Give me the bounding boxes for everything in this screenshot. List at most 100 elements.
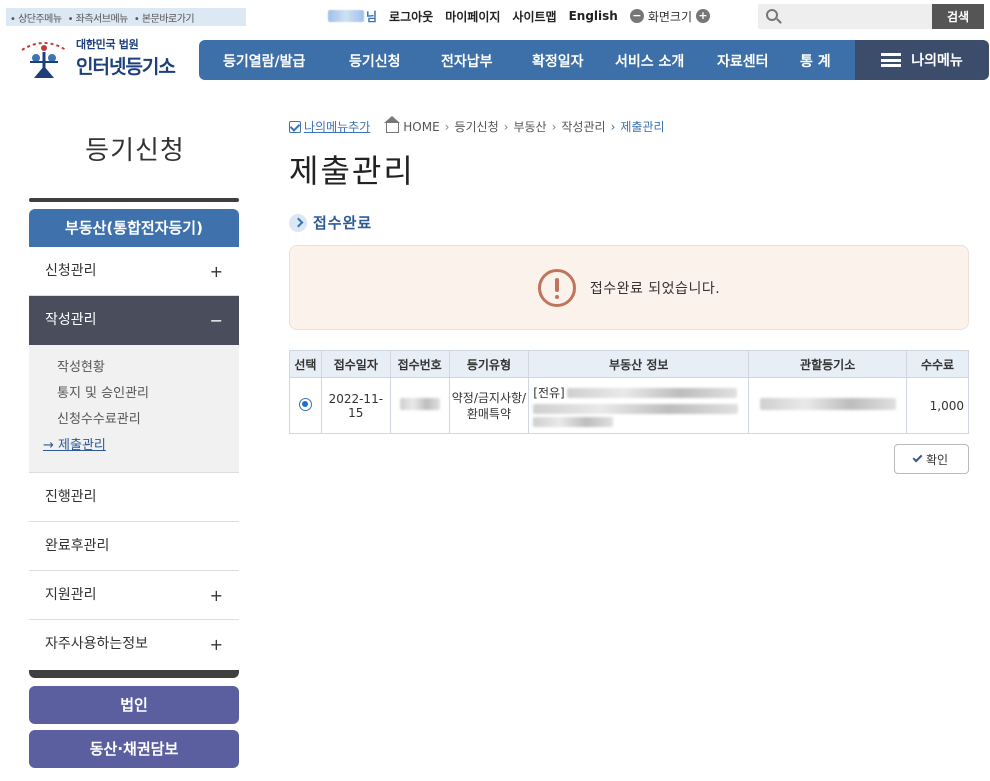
lnb-sub-notice-approval[interactable]: 통지 및 승인관리 bbox=[29, 383, 239, 409]
checkmark-icon bbox=[912, 452, 923, 463]
col-property-info: 부동산 정보 bbox=[528, 350, 750, 378]
lnb-category-realestate[interactable]: 부동산(통합전자등기) bbox=[29, 209, 239, 247]
logout-link[interactable]: 로그아웃 bbox=[389, 8, 433, 25]
add-my-menu-link[interactable]: 나의메뉴추가 bbox=[289, 118, 370, 135]
blurred-property-line bbox=[566, 387, 737, 398]
row-select-radio[interactable] bbox=[298, 397, 312, 411]
breadcrumb: 나의메뉴추가 HOME › 등기신청 › 부동산 › 작성관리 › 제출관리 bbox=[289, 116, 665, 135]
add-my-menu-label: 나의메뉴추가 bbox=[304, 120, 371, 134]
blurred-property-line bbox=[533, 404, 739, 414]
breadcrumb-registry-apply[interactable]: 등기신청 bbox=[454, 118, 498, 135]
lnb-sub-draft-status[interactable]: 작성현황 bbox=[29, 357, 239, 383]
fee-cell: 1,000 bbox=[906, 377, 969, 434]
screen-size-control: − 화면크기 + bbox=[629, 8, 711, 25]
my-menu-button[interactable]: 나의메뉴 bbox=[855, 40, 989, 80]
nav-data-center[interactable]: 자료센터 bbox=[717, 51, 769, 71]
blurred-receipt-no bbox=[399, 398, 440, 410]
home-icon bbox=[384, 116, 401, 133]
nav-e-payment[interactable]: 전자납부 bbox=[441, 51, 493, 71]
lnb-item-label: 지원관리 bbox=[45, 587, 97, 603]
lnb-item-label: 신청관리 bbox=[45, 263, 97, 279]
lnb-sub-submission[interactable]: → 제출관리 bbox=[29, 435, 239, 461]
alert-box: 접수완료 되었습니다. bbox=[289, 245, 969, 330]
nav-registry-view[interactable]: 등기열람/발급 bbox=[223, 51, 305, 71]
collapse-icon: − bbox=[209, 311, 223, 330]
lnb-corporation-button[interactable]: 법인 bbox=[29, 686, 239, 724]
lnb-item-label: 자주사용하는정보 bbox=[45, 636, 149, 652]
search-button[interactable]: 검색 bbox=[932, 4, 984, 29]
search-input[interactable] bbox=[758, 4, 932, 29]
property-prefix: [전유] bbox=[533, 386, 565, 400]
check-icon bbox=[289, 120, 301, 133]
logo-subtitle: 대한민국 법원 bbox=[76, 37, 139, 51]
expand-icon: + bbox=[209, 586, 223, 605]
lnb-item-label: 작성관리 bbox=[45, 312, 97, 328]
sitemap-link[interactable]: 사이트맵 bbox=[512, 8, 556, 25]
page-title: 제출관리 bbox=[289, 152, 415, 190]
lnb-item-label: 진행관리 bbox=[45, 489, 97, 505]
col-select: 선택 bbox=[289, 350, 322, 378]
breadcrumb-sep: › bbox=[551, 119, 557, 134]
confirm-button[interactable]: 확인 bbox=[894, 444, 969, 474]
english-link[interactable]: English bbox=[569, 9, 618, 23]
breadcrumb-home[interactable]: HOME bbox=[403, 120, 439, 134]
court-emblem-icon bbox=[16, 32, 72, 82]
select-cell bbox=[289, 377, 322, 434]
skip-link-side-menu[interactable]: • 좌측서브메뉴 bbox=[68, 10, 129, 25]
skip-link-content[interactable]: • 본문바로가기 bbox=[134, 10, 195, 25]
utility-bar: 님 로그아웃 마이페이지 사이트맵 English − 화면크기 + bbox=[328, 6, 711, 26]
blurred-registry-office bbox=[759, 398, 896, 410]
col-receipt-no: 접수번호 bbox=[389, 350, 450, 378]
expand-icon: + bbox=[209, 635, 223, 654]
lnb-item-application[interactable]: 신청관리 + bbox=[29, 247, 239, 296]
property-info-lines: [전유] bbox=[533, 384, 748, 427]
property-info-cell: [전유] bbox=[528, 377, 750, 434]
submission-table: 선택 접수일자 접수번호 등기유형 부동산 정보 관할등기소 수수료 2022-… bbox=[289, 350, 969, 434]
lnb-item-drafting[interactable]: 작성관리 − bbox=[29, 296, 239, 345]
screen-size-label: 화면크기 bbox=[647, 9, 693, 24]
lnb-item-favorites[interactable]: 자주사용하는정보 + bbox=[29, 620, 239, 669]
alert-message: 접수완료 되었습니다. bbox=[589, 280, 721, 297]
nav-fixed-date[interactable]: 확정일자 bbox=[532, 51, 584, 71]
logo-title: 인터넷등기소 bbox=[76, 55, 176, 78]
lnb-item-post-complete[interactable]: 완료후관리 bbox=[29, 522, 239, 571]
confirm-label: 확인 bbox=[925, 452, 949, 467]
lnb-item-progress[interactable]: 진행관리 bbox=[29, 473, 239, 522]
lnb-top-bar bbox=[29, 198, 239, 202]
table-header-row: 선택 접수일자 접수번호 등기유형 부동산 정보 관할등기소 수수료 bbox=[289, 350, 969, 378]
zoom-out-icon[interactable]: − bbox=[629, 9, 644, 23]
receipt-no-cell bbox=[389, 377, 450, 434]
zoom-in-icon[interactable]: + bbox=[696, 9, 711, 23]
registry-office-cell bbox=[748, 377, 908, 434]
lnb-submenu: 작성현황 통지 및 승인관리 신청수수료관리 → 제출관리 bbox=[29, 345, 239, 473]
nav-service-intro[interactable]: 서비스 소개 bbox=[615, 51, 684, 71]
lnb-item-support[interactable]: 지원관리 + bbox=[29, 571, 239, 620]
type-cell: 약정/금지사항/환매특약 bbox=[448, 377, 530, 434]
exclamation-icon bbox=[537, 268, 576, 307]
search-box bbox=[758, 4, 932, 29]
user-name: 님 bbox=[328, 8, 377, 25]
skip-links: • 상단주메뉴 • 좌측서브메뉴 • 본문바로가기 bbox=[6, 8, 246, 26]
chevron-right-icon bbox=[289, 213, 307, 232]
blurred-property-line bbox=[533, 417, 614, 427]
col-fee: 수수료 bbox=[906, 350, 969, 378]
nav-registry-apply[interactable]: 등기신청 bbox=[349, 51, 401, 71]
hamburger-icon bbox=[881, 53, 902, 67]
mypage-link[interactable]: 마이페이지 bbox=[445, 8, 500, 25]
lnb-movable-collateral-button[interactable]: 동산·채권담보 bbox=[29, 730, 239, 768]
lnb-sub-fee-management[interactable]: 신청수수료관리 bbox=[29, 409, 239, 435]
breadcrumb-drafting[interactable]: 작성관리 bbox=[561, 118, 605, 135]
search-bar: 검색 bbox=[758, 4, 984, 29]
my-menu-label: 나의메뉴 bbox=[911, 53, 963, 69]
skip-link-top-menu[interactable]: • 상단주메뉴 bbox=[10, 10, 62, 25]
blurred-username bbox=[328, 10, 364, 22]
col-date: 접수일자 bbox=[320, 350, 391, 378]
site-logo[interactable]: 대한민국 법원 인터넷등기소 bbox=[16, 32, 196, 82]
nav-statistics[interactable]: 통 계 bbox=[800, 51, 831, 71]
breadcrumb-realestate[interactable]: 부동산 bbox=[513, 118, 546, 135]
section-title: 접수완료 bbox=[289, 212, 372, 233]
main-nav: 등기열람/발급 등기신청 전자납부 확정일자 서비스 소개 자료센터 통 계 bbox=[199, 40, 855, 80]
lnb-title: 등기신청 bbox=[85, 136, 185, 166]
col-registry-office: 관할등기소 bbox=[748, 350, 908, 378]
lnb-item-label: 완료후관리 bbox=[45, 538, 110, 554]
